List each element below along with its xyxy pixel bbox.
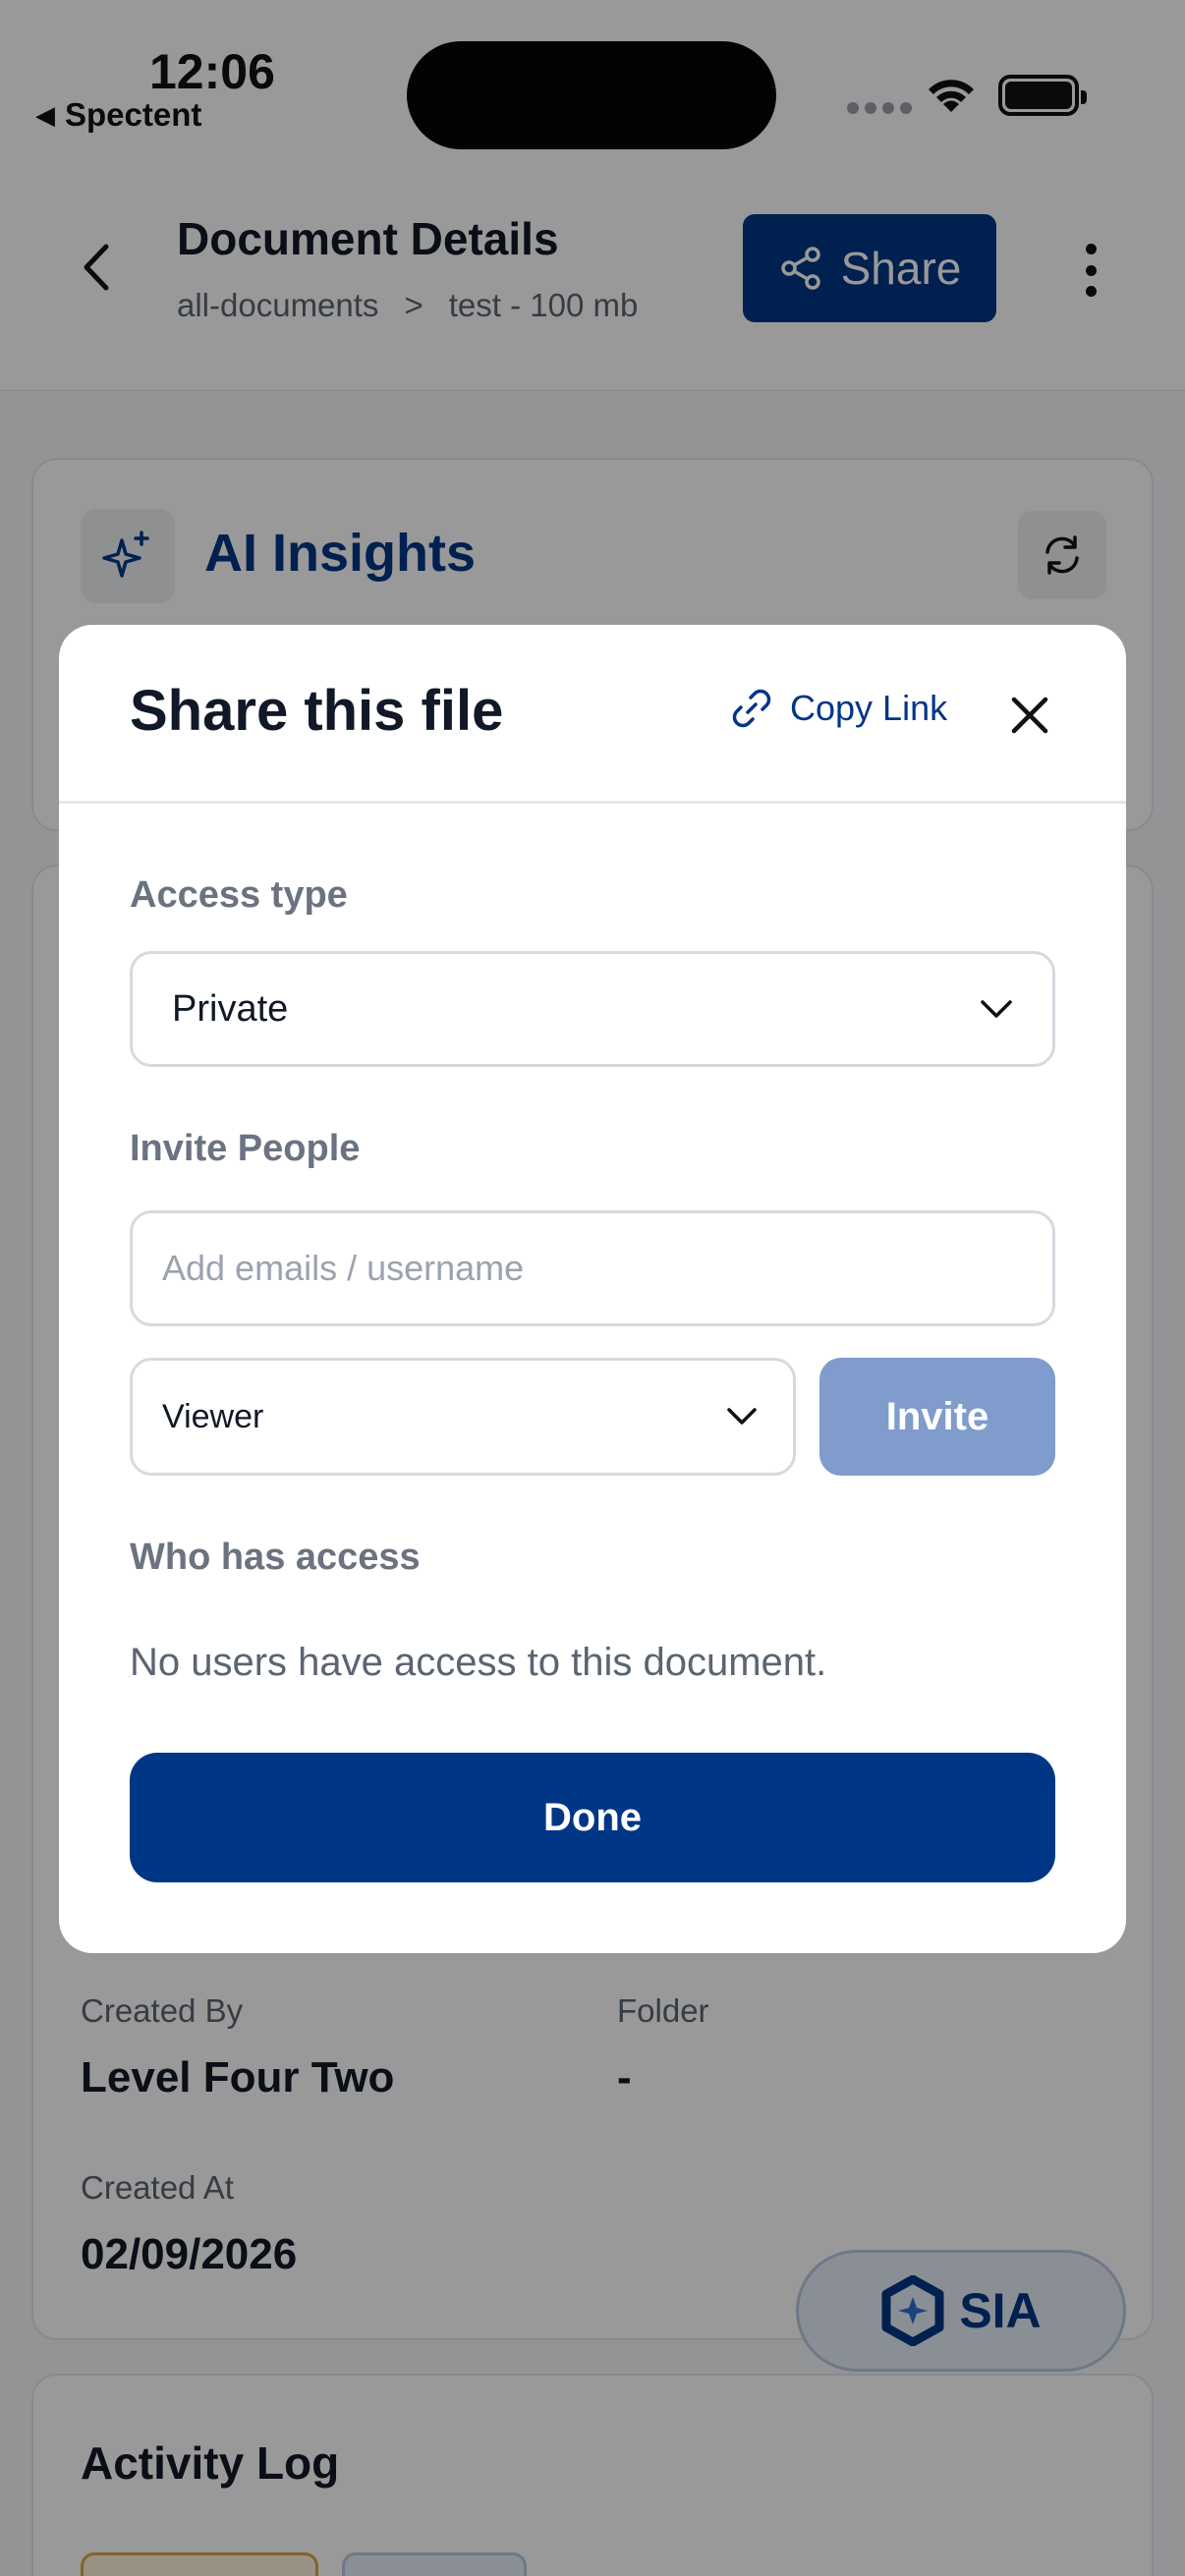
access-type-value: Private	[172, 987, 289, 1030]
copy-link-label: Copy Link	[790, 688, 948, 728]
copy-link-button[interactable]: Copy Link	[729, 686, 947, 731]
invite-button[interactable]: Invite	[819, 1358, 1055, 1476]
chevron-down-icon	[727, 1408, 757, 1425]
invite-people-label: Invite People	[130, 1128, 361, 1169]
no-users-message: No users have access to this document.	[130, 1641, 827, 1684]
invite-email-input[interactable]	[130, 1210, 1055, 1326]
close-icon	[1011, 697, 1048, 734]
access-type-select[interactable]: Private	[130, 951, 1055, 1067]
link-icon	[732, 689, 771, 728]
share-modal-title: Share this file	[130, 679, 504, 743]
invite-role-value: Viewer	[162, 1397, 264, 1435]
done-button[interactable]: Done	[130, 1753, 1055, 1882]
share-modal: Share this file Copy Link Access type Pr…	[59, 625, 1126, 1953]
access-type-label: Access type	[130, 874, 348, 916]
screen: 12:06 ◀ Spectent Document Details all-do…	[0, 0, 1185, 2576]
who-has-access-label: Who has access	[130, 1537, 421, 1578]
chevron-down-icon	[981, 1000, 1012, 1018]
close-button[interactable]	[990, 676, 1069, 755]
invite-role-select[interactable]: Viewer	[130, 1358, 796, 1476]
share-modal-header: Share this file Copy Link	[59, 625, 1126, 804]
